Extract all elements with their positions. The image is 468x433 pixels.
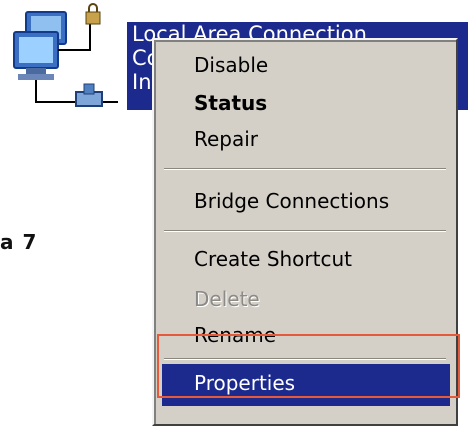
menu-item-create-shortcut[interactable]: Create Shortcut: [194, 246, 352, 272]
menu-item-disable[interactable]: Disable: [194, 52, 268, 78]
menu-item-bridge-connections[interactable]: Bridge Connections: [194, 188, 389, 214]
menu-item-delete: Delete: [194, 287, 260, 311]
menu-separator: [164, 168, 446, 170]
connection-device-line: In: [132, 70, 152, 94]
menu-item-repair[interactable]: Repair: [194, 126, 258, 152]
screenshot-stage: Local Area Connection Co In a 7 Disable …: [0, 0, 468, 433]
properties-highlight-frame: [157, 334, 460, 398]
menu-item-status[interactable]: Status: [194, 90, 267, 116]
menu-separator: [164, 230, 446, 232]
side-caption-fragment: a 7: [0, 230, 38, 254]
network-connection-icon[interactable]: [6, 2, 124, 114]
